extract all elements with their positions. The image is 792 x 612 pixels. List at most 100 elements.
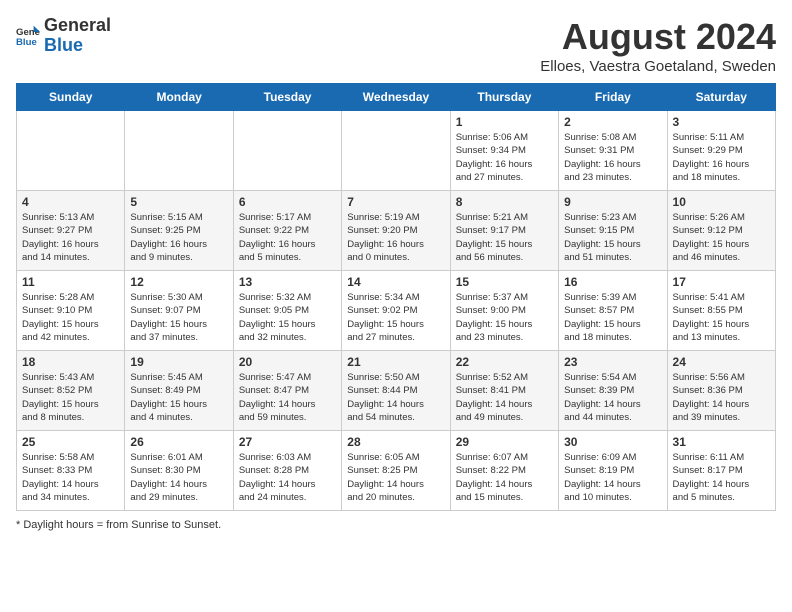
day-info: Sunrise: 5:30 AM Sunset: 9:07 PM Dayligh… (130, 291, 227, 344)
day-info: Sunrise: 5:58 AM Sunset: 8:33 PM Dayligh… (22, 451, 119, 504)
day-cell: 31Sunrise: 6:11 AM Sunset: 8:17 PM Dayli… (667, 431, 775, 511)
day-number: 18 (22, 355, 119, 369)
day-cell: 9Sunrise: 5:23 AM Sunset: 9:15 PM Daylig… (559, 191, 667, 271)
day-info: Sunrise: 5:19 AM Sunset: 9:20 PM Dayligh… (347, 211, 444, 264)
day-number: 13 (239, 275, 336, 289)
header-day-monday: Monday (125, 84, 233, 111)
day-number: 14 (347, 275, 444, 289)
day-info: Sunrise: 6:05 AM Sunset: 8:25 PM Dayligh… (347, 451, 444, 504)
day-number: 27 (239, 435, 336, 449)
week-row-4: 18 Sunrise: 5:43 AM Sunset: 8:52 PM Dayli… (17, 351, 776, 431)
day-cell: 27 Sunrise: 6:03 AM Sunset: 8:28 PM Dayli… (233, 431, 341, 511)
logo: General Blue General Blue (16, 16, 111, 56)
day-info: Sunrise: 5:41 AM Sunset: 8:55 PM Dayligh… (673, 291, 770, 344)
day-cell: 29 Sunrise: 6:07 AM Sunset: 8:22 PM Dayli… (450, 431, 558, 511)
day-number: 8 (456, 195, 553, 209)
day-info: Sunrise: 5:39 AM Sunset: 8:57 PM Dayligh… (564, 291, 661, 344)
header-day-tuesday: Tuesday (233, 84, 341, 111)
day-number: 1 (456, 115, 553, 129)
day-cell: 5 Sunrise: 5:15 AM Sunset: 9:25 PM Daylig… (125, 191, 233, 271)
day-cell: 14 Sunrise: 5:34 AM Sunset: 9:02 PM Dayli… (342, 271, 450, 351)
svg-text:Blue: Blue (16, 37, 37, 48)
day-number: 19 (130, 355, 227, 369)
day-cell: 23Sunrise: 5:54 AM Sunset: 8:39 PM Dayli… (559, 351, 667, 431)
day-cell: 2 Sunrise: 5:08 AM Sunset: 9:31 PM Daylig… (559, 111, 667, 191)
calendar-header: SundayMondayTuesdayWednesdayThursdayFrid… (17, 84, 776, 111)
day-info: Sunrise: 5:28 AM Sunset: 9:10 PM Dayligh… (22, 291, 119, 344)
day-cell: 3Sunrise: 5:11 AM Sunset: 9:29 PM Daylig… (667, 111, 775, 191)
day-cell: 1 Sunrise: 5:06 AM Sunset: 9:34 PM Daylig… (450, 111, 558, 191)
day-info: Sunrise: 5:08 AM Sunset: 9:31 PM Dayligh… (564, 131, 661, 184)
calendar-body: 1 Sunrise: 5:06 AM Sunset: 9:34 PM Daylig… (17, 111, 776, 511)
day-info: Sunrise: 5:21 AM Sunset: 9:17 PM Dayligh… (456, 211, 553, 264)
day-info: Sunrise: 5:37 AM Sunset: 9:00 PM Dayligh… (456, 291, 553, 344)
day-cell: 26Sunrise: 6:01 AM Sunset: 8:30 PM Dayli… (125, 431, 233, 511)
day-number: 24 (673, 355, 770, 369)
day-cell: 8 Sunrise: 5:21 AM Sunset: 9:17 PM Daylig… (450, 191, 558, 271)
day-number: 11 (22, 275, 119, 289)
day-cell: 12 Sunrise: 5:30 AM Sunset: 9:07 PM Dayli… (125, 271, 233, 351)
day-cell: 28 Sunrise: 6:05 AM Sunset: 8:25 PM Dayli… (342, 431, 450, 511)
day-cell (17, 111, 125, 191)
day-number: 12 (130, 275, 227, 289)
logo-general-text: General (44, 16, 111, 36)
logo-blue-text: Blue (44, 36, 111, 56)
day-number: 2 (564, 115, 661, 129)
header-day-wednesday: Wednesday (342, 84, 450, 111)
day-number: 5 (130, 195, 227, 209)
day-cell: 18 Sunrise: 5:43 AM Sunset: 8:52 PM Dayli… (17, 351, 125, 431)
day-cell: 17Sunrise: 5:41 AM Sunset: 8:55 PM Dayli… (667, 271, 775, 351)
day-info: Sunrise: 5:23 AM Sunset: 9:15 PM Dayligh… (564, 211, 661, 264)
day-info: Sunrise: 5:13 AM Sunset: 9:27 PM Dayligh… (22, 211, 119, 264)
day-cell: 7 Sunrise: 5:19 AM Sunset: 9:20 PM Daylig… (342, 191, 450, 271)
day-cell: 24Sunrise: 5:56 AM Sunset: 8:36 PM Dayli… (667, 351, 775, 431)
day-info: Sunrise: 5:50 AM Sunset: 8:44 PM Dayligh… (347, 371, 444, 424)
day-info: Sunrise: 5:43 AM Sunset: 8:52 PM Dayligh… (22, 371, 119, 424)
week-row-5: 25 Sunrise: 5:58 AM Sunset: 8:33 PM Dayli… (17, 431, 776, 511)
daylight-hours-label: Daylight hours (23, 519, 93, 531)
day-info: Sunrise: 5:06 AM Sunset: 9:34 PM Dayligh… (456, 131, 553, 184)
day-info: Sunrise: 5:17 AM Sunset: 9:22 PM Dayligh… (239, 211, 336, 264)
calendar-table: SundayMondayTuesdayWednesdayThursdayFrid… (16, 83, 776, 511)
header-row: SundayMondayTuesdayWednesdayThursdayFrid… (17, 84, 776, 111)
day-cell: 30 Sunrise: 6:09 AM Sunset: 8:19 PM Dayli… (559, 431, 667, 511)
header-day-thursday: Thursday (450, 84, 558, 111)
day-info: Sunrise: 5:52 AM Sunset: 8:41 PM Dayligh… (456, 371, 553, 424)
week-row-3: 11 Sunrise: 5:28 AM Sunset: 9:10 PM Dayli… (17, 271, 776, 351)
day-info: Sunrise: 5:45 AM Sunset: 8:49 PM Dayligh… (130, 371, 227, 424)
header-day-sunday: Sunday (17, 84, 125, 111)
day-info: Sunrise: 5:32 AM Sunset: 9:05 PM Dayligh… (239, 291, 336, 344)
title-area: August 2024 Elloes, Vaestra Goetaland, S… (540, 16, 776, 75)
day-number: 28 (347, 435, 444, 449)
day-info: Sunrise: 6:07 AM Sunset: 8:22 PM Dayligh… (456, 451, 553, 504)
calendar-title: August 2024 (540, 16, 776, 58)
day-cell (125, 111, 233, 191)
day-number: 16 (564, 275, 661, 289)
day-cell: 4Sunrise: 5:13 AM Sunset: 9:27 PM Daylig… (17, 191, 125, 271)
day-info: Sunrise: 6:09 AM Sunset: 8:19 PM Dayligh… (564, 451, 661, 504)
day-number: 30 (564, 435, 661, 449)
day-number: 7 (347, 195, 444, 209)
week-row-1: 1 Sunrise: 5:06 AM Sunset: 9:34 PM Daylig… (17, 111, 776, 191)
day-info: Sunrise: 5:47 AM Sunset: 8:47 PM Dayligh… (239, 371, 336, 424)
header: General Blue General Blue August 2024 El… (16, 16, 776, 75)
day-info: Sunrise: 5:54 AM Sunset: 8:39 PM Dayligh… (564, 371, 661, 424)
day-cell (342, 111, 450, 191)
day-info: Sunrise: 5:15 AM Sunset: 9:25 PM Dayligh… (130, 211, 227, 264)
logo-icon: General Blue (16, 24, 40, 48)
day-number: 25 (22, 435, 119, 449)
day-cell: 10 Sunrise: 5:26 AM Sunset: 9:12 PM Dayli… (667, 191, 775, 271)
day-cell: 25 Sunrise: 5:58 AM Sunset: 8:33 PM Dayli… (17, 431, 125, 511)
day-cell: 11 Sunrise: 5:28 AM Sunset: 9:10 PM Dayli… (17, 271, 125, 351)
day-number: 3 (673, 115, 770, 129)
day-number: 10 (673, 195, 770, 209)
day-number: 26 (130, 435, 227, 449)
day-info: Sunrise: 5:26 AM Sunset: 9:12 PM Dayligh… (673, 211, 770, 264)
day-info: Sunrise: 6:03 AM Sunset: 8:28 PM Dayligh… (239, 451, 336, 504)
day-number: 31 (673, 435, 770, 449)
day-info: Sunrise: 5:34 AM Sunset: 9:02 PM Dayligh… (347, 291, 444, 344)
day-cell: 16 Sunrise: 5:39 AM Sunset: 8:57 PM Dayli… (559, 271, 667, 351)
day-cell: 21Sunrise: 5:50 AM Sunset: 8:44 PM Dayli… (342, 351, 450, 431)
day-cell: 19 Sunrise: 5:45 AM Sunset: 8:49 PM Dayli… (125, 351, 233, 431)
day-number: 29 (456, 435, 553, 449)
